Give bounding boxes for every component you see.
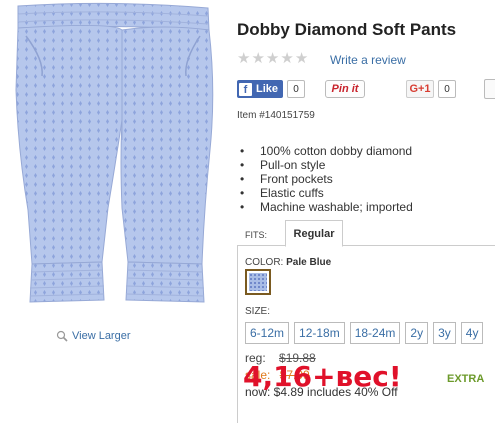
feature-item: • Machine washable; imported [240, 200, 413, 214]
bullet-icon: • [240, 158, 245, 172]
size-option[interactable]: 2y [405, 322, 429, 344]
star-icon: ★ [237, 50, 251, 67]
feature-list: • 100% cotton dobby diamond • Pull-on styl… [240, 144, 413, 214]
google-plus-button[interactable]: G+1 [406, 80, 434, 98]
star-icon: ★ [280, 50, 294, 67]
share-button[interactable] [484, 79, 495, 99]
feature-item: • Elastic cuffs [240, 186, 324, 200]
facebook-like-button[interactable]: f Like [237, 80, 284, 98]
tab-regular-fit[interactable]: Regular [285, 220, 343, 247]
rating-stars[interactable]: ★ ★ ★ ★ ★ [237, 50, 309, 67]
star-icon: ★ [294, 50, 309, 67]
google-plus-count: 0 [438, 80, 456, 98]
size-option[interactable]: 6-12m [245, 322, 290, 344]
feature-item: • Pull-on style [240, 158, 326, 172]
star-icon: ★ [251, 50, 265, 67]
swatch-pattern [249, 273, 267, 291]
bullet-icon: • [240, 186, 245, 200]
facebook-icon: f [239, 82, 252, 96]
pants-illustration [15, 2, 214, 303]
fits-bar: FITS: Regular [237, 220, 495, 247]
star-icon: ★ [265, 50, 280, 67]
color-name: Pale Blue [286, 257, 332, 268]
feature-item: • Front pockets [240, 172, 333, 186]
view-larger-link[interactable]: View Larger [56, 330, 131, 342]
bullet-icon: • [240, 144, 245, 158]
facebook-like-label: Like [256, 83, 279, 95]
size-option[interactable]: 12-18m [294, 322, 345, 344]
product-image[interactable] [4, 0, 224, 322]
facebook-like[interactable]: f Like 0 [237, 80, 306, 98]
pinterest-button[interactable]: Pin it [325, 80, 365, 98]
magnifier-icon [56, 330, 68, 342]
extra-badge: EXTRA [447, 373, 485, 385]
write-review-link[interactable]: Write a review [330, 53, 406, 67]
item-number: Item #140151759 [237, 110, 315, 121]
size-options: 6-12m 12-18m 18-24m 2y 3y 4y [245, 322, 484, 344]
size-option[interactable]: 3y [433, 322, 456, 344]
bullet-icon: • [240, 200, 245, 214]
size-option[interactable]: 18-24m [349, 322, 401, 344]
bullet-icon: • [240, 172, 245, 186]
product-title: Dobby Diamond Soft Pants [237, 20, 457, 39]
feature-item: • 100% cotton dobby diamond [240, 144, 413, 158]
facebook-like-count: 0 [287, 80, 306, 98]
color-label: COLOR: Pale Blue [245, 257, 332, 268]
size-label: SIZE: [245, 306, 271, 317]
view-larger-label: View Larger [72, 330, 131, 342]
size-option[interactable]: 4y [460, 322, 484, 344]
fits-label: FITS: [245, 230, 267, 240]
color-swatch-pale-blue[interactable] [245, 269, 271, 295]
overlay-annotation: 4,16+вес! [243, 360, 402, 393]
google-plus[interactable]: G+1 0 [406, 80, 456, 98]
